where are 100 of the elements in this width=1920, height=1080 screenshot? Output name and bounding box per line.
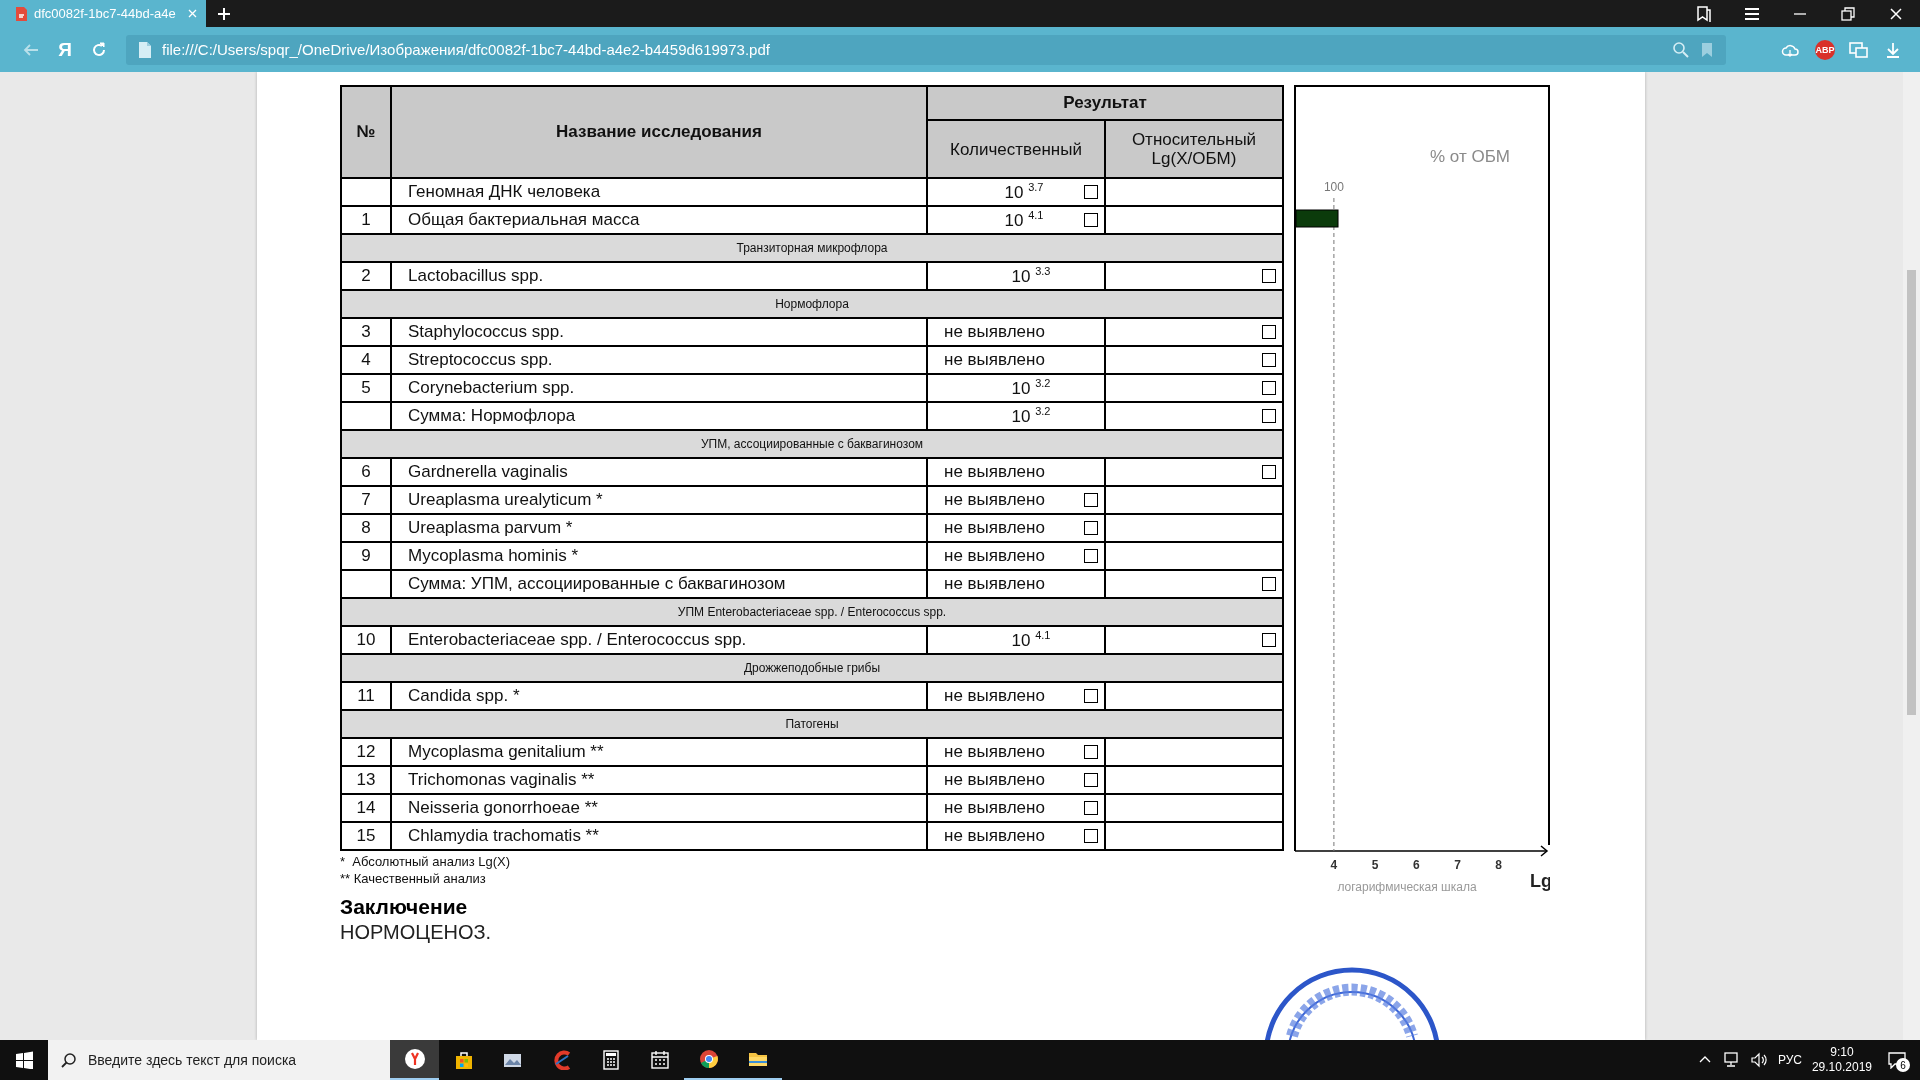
test-name: Corynebacterium spp. [408, 378, 575, 397]
row-number: 9 [361, 546, 371, 565]
store-icon[interactable] [453, 1050, 474, 1070]
checkbox-icon [1262, 465, 1276, 479]
bar [1295, 209, 1339, 228]
column-header: Количественный [950, 139, 1082, 159]
row-number: 14 [356, 798, 376, 817]
checkbox-icon [1084, 689, 1098, 703]
test-name: Trichomonas vaginalis ** [408, 770, 595, 789]
network-icon[interactable] [1721, 1051, 1740, 1069]
section-header: УПМ, ассоциированные с баквагинозом [341, 430, 1283, 458]
result-value: не выявлено [944, 546, 1045, 566]
result-value: не выявлено [944, 798, 1045, 818]
result-value: 10 $^{3.2}$ [1010, 377, 1052, 399]
footnote: ** Качественный анализ [340, 870, 486, 887]
row-number: 4 [361, 350, 371, 369]
checkbox-icon [1084, 213, 1098, 227]
result-value: не выявлено [944, 490, 1045, 510]
tick-label: 6 [1412, 858, 1420, 872]
tick-label: 5 [1371, 858, 1379, 872]
result-value: не выявлено [944, 742, 1045, 762]
result-value: не выявлено [944, 574, 1045, 594]
file-icon [136, 40, 154, 59]
scrollbar-thumb[interactable] [1907, 270, 1916, 715]
row-number: 15 [356, 826, 376, 845]
section-header: Нормофлора [341, 290, 1283, 318]
test-name: Геномная ДНК человека [408, 182, 601, 201]
chart-title: % от ОБМ [1430, 147, 1510, 166]
row-number: 5 [361, 378, 371, 397]
row-number: 11 [357, 686, 375, 705]
test-name: Neisseria gonorrhoeae ** [408, 798, 598, 817]
language-indicator[interactable]: РУС [1777, 1053, 1802, 1067]
notifications-button[interactable]: 6 [1882, 1045, 1912, 1075]
plus-icon[interactable] [217, 6, 231, 21]
checkbox-icon [1084, 829, 1098, 843]
result-value: не выявлено [944, 322, 1045, 342]
calendar-icon[interactable] [649, 1050, 670, 1070]
volume-icon[interactable] [1749, 1051, 1768, 1069]
bookmarks-icon[interactable] [1695, 4, 1713, 23]
result-value: не выявлено [944, 686, 1045, 706]
row-number: 13 [356, 770, 376, 789]
test-name: Mycoplasma genitalium ** [408, 742, 604, 761]
checkbox-icon [1084, 801, 1098, 815]
test-name: Lactobacillus spp. [408, 266, 544, 285]
row-number: 3 [361, 322, 371, 341]
test-name: Staphylococcus spp. [408, 322, 564, 341]
test-name: Ureaplasma parvum * [408, 518, 573, 537]
search-field[interactable]: Введите здесь текст для поиска [48, 1040, 390, 1080]
result-value: 10 $^{3.3}$ [1010, 265, 1052, 287]
row-number: 2 [361, 266, 371, 285]
axis-label: логарифмическая шкала [1337, 880, 1477, 894]
test-name: Streptococcus spp. [408, 350, 553, 369]
section-header: Транзиторная микрофлора [341, 234, 1283, 262]
column-header: № [356, 122, 376, 141]
browser-icon[interactable] [403, 1048, 426, 1070]
reference-label: 100 [1323, 180, 1344, 194]
checkbox-icon [1262, 269, 1276, 283]
test-name: Ureaplasma urealyticum * [408, 490, 603, 509]
row-number: 10 [356, 630, 376, 649]
conclusion-text: НОРМОЦЕНОЗ. [340, 921, 492, 944]
result-value: не выявлено [944, 770, 1045, 790]
checkbox-icon [1262, 381, 1276, 395]
test-name: Gardnerella vaginalis [408, 462, 568, 481]
adblock-button[interactable]: ABP [1815, 39, 1835, 60]
unit-label: Lg [1530, 871, 1550, 891]
checkbox-icon [1262, 577, 1276, 591]
checkbox-icon [1262, 409, 1276, 423]
checkbox-icon [1262, 325, 1276, 339]
section-header: Патогены [341, 710, 1283, 738]
result-value: 10 $^{3.2}$ [1010, 405, 1052, 427]
row-number: 8 [361, 518, 371, 537]
checkbox-icon [1262, 353, 1276, 367]
result-value: 10 $^{4.1}$ [1010, 629, 1052, 651]
windows-icon[interactable] [15, 1051, 33, 1069]
tick-label: 8 [1495, 858, 1503, 872]
test-name: Chlamydia trachomatis ** [408, 826, 599, 845]
checkbox-icon [1084, 185, 1098, 199]
test-name: Candida spp. * [408, 686, 520, 705]
result-value: не выявлено [944, 826, 1045, 846]
tick-label: 4 [1330, 858, 1338, 872]
search-icon [60, 1052, 76, 1068]
tick-label: 7 [1454, 858, 1461, 872]
checkbox-icon [1084, 549, 1098, 563]
result-value: не выявлено [944, 350, 1045, 370]
pdf-icon [14, 5, 28, 22]
clock[interactable]: 9:10 29.10.2019 [1811, 1045, 1872, 1075]
checkbox-icon [1084, 745, 1098, 759]
calculator-icon[interactable] [600, 1050, 621, 1070]
restore-icon[interactable] [1839, 4, 1857, 23]
test-name: Сумма: Нормофлора [408, 406, 576, 425]
test-name: Общая бактериальная масса [408, 210, 640, 229]
result-value: не выявлено [944, 462, 1045, 482]
checkbox-icon [1084, 773, 1098, 787]
column-header: Название исследования [556, 122, 762, 141]
footnote: * Абсолютный анализ Lg(X) [340, 853, 511, 870]
section-header: Дрожжеподобные грибы [341, 654, 1283, 682]
column-header: Относительный Lg(X/ОБМ) [1130, 130, 1258, 168]
chrome-icon[interactable] [698, 1049, 719, 1069]
row-number: 12 [356, 742, 376, 761]
message-icon [1887, 1051, 1907, 1069]
